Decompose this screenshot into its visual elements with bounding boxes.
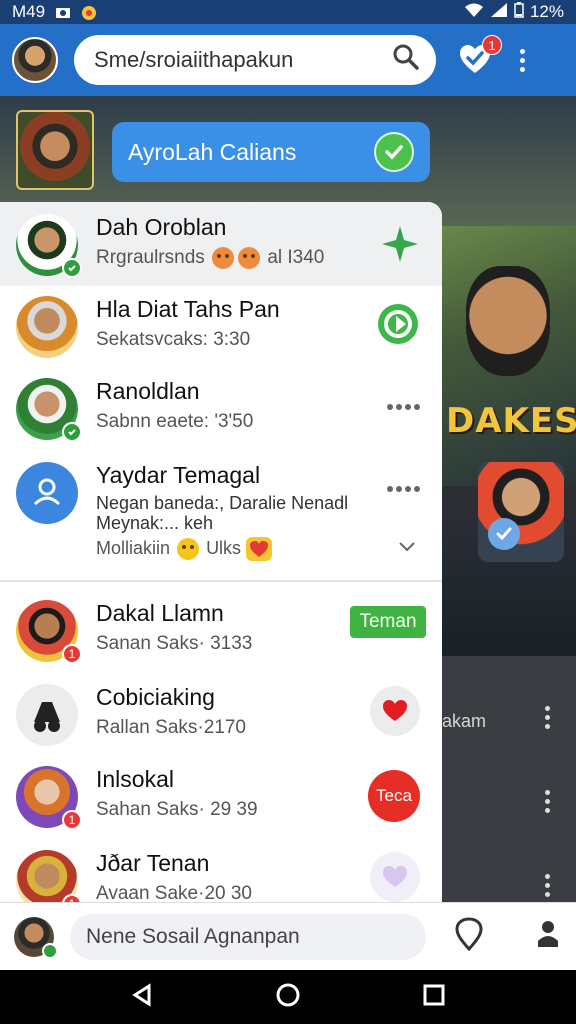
search-text[interactable]: Sme/sroiaiithapakun xyxy=(94,47,392,73)
photo-notification-icon xyxy=(55,5,71,19)
battery-percent: 12% xyxy=(529,2,564,21)
poster-title: DAKES xyxy=(446,401,576,441)
my-avatar[interactable] xyxy=(14,916,58,959)
system-nav-bar xyxy=(0,970,576,1024)
online-badge-icon xyxy=(42,942,58,959)
contact-avatar xyxy=(16,684,78,746)
chat-row[interactable]: 1 Inlsokal Sahan Saks· 29 39 Teca xyxy=(0,766,442,846)
friend-tag-button[interactable]: Teman xyxy=(350,606,426,638)
message-preview-secondary: Molliakiin Ulks xyxy=(96,537,418,561)
search-icon[interactable] xyxy=(392,43,420,77)
default-user-icon xyxy=(33,478,61,506)
contact-avatar xyxy=(16,462,78,524)
poster-character xyxy=(466,266,550,376)
heart-check-icon xyxy=(458,45,492,81)
carrier-label: M49 xyxy=(12,2,46,21)
teca-button[interactable]: Teca xyxy=(368,770,420,822)
check-circle-icon xyxy=(374,132,414,172)
profile-icon[interactable] xyxy=(536,919,560,954)
like-button[interactable] xyxy=(370,686,420,736)
story-pill-label: AyroLah Calians xyxy=(128,138,297,165)
section-divider xyxy=(0,580,442,582)
contact-avatar xyxy=(16,214,82,278)
more-icon[interactable] xyxy=(545,706,550,729)
search-input[interactable]: Sme/sroiaiithapakun xyxy=(74,35,436,85)
incognito-icon xyxy=(34,702,60,732)
bottom-bar: Nene Sosail Agnanpan xyxy=(0,902,576,970)
app-notification-icon xyxy=(81,5,97,20)
contact-avatar: 1 xyxy=(16,600,82,664)
emoji-icon xyxy=(177,538,200,560)
unread-badge: 1 xyxy=(62,810,82,830)
emoji-icon xyxy=(238,247,261,269)
unread-badge: 1 xyxy=(62,894,82,902)
emoji-icon xyxy=(212,247,235,269)
chat-row[interactable]: Cobiciaking Rallan Saks·2170 xyxy=(0,684,442,764)
recents-icon[interactable] xyxy=(423,984,445,1011)
battery-icon xyxy=(514,1,524,23)
notification-badge: 1 xyxy=(482,35,502,55)
contact-avatar xyxy=(16,378,82,442)
contact-avatar: 1 xyxy=(16,766,82,830)
status-bar: M49 12% xyxy=(0,0,576,24)
contact-name: Ranoldlan xyxy=(96,378,200,404)
more-icon[interactable] xyxy=(545,874,550,897)
story-thumbnail[interactable] xyxy=(16,110,94,190)
profile-card-thumbnail[interactable] xyxy=(478,462,564,562)
chat-list-panel: Dah Oroblan Rrgraulrsnds al I340 Hla Dia… xyxy=(0,202,442,902)
chevron-down-icon[interactable] xyxy=(398,540,416,558)
more-icon[interactable] xyxy=(387,486,420,492)
contact-avatar: 1 xyxy=(16,850,82,902)
wifi-icon xyxy=(464,2,484,23)
background-poster: DAKES xyxy=(426,226,576,486)
profile-avatar[interactable] xyxy=(12,37,58,83)
back-icon[interactable] xyxy=(131,982,153,1012)
chat-row[interactable]: 1 Jðar Tenan Avaan Sake·20 30 xyxy=(0,850,442,902)
location-pin-icon[interactable] xyxy=(454,917,484,956)
compose-input[interactable]: Nene Sosail Agnanpan xyxy=(70,913,426,960)
message-preview: Negan baneda:, Daralie Nenadl Meynak:...… xyxy=(96,493,349,533)
heart-icon xyxy=(383,700,407,721)
contact-name: Yaydar Temagal xyxy=(96,462,261,488)
like-button[interactable] xyxy=(370,852,420,902)
more-icon[interactable] xyxy=(387,404,420,410)
chat-row[interactable]: Dah Oroblan Rrgraulrsnds al I340 xyxy=(0,202,442,286)
background-side-text: akam xyxy=(442,711,487,731)
sync-icon[interactable] xyxy=(376,302,420,351)
heart-icon xyxy=(246,537,273,561)
unread-badge: 1 xyxy=(62,644,82,664)
online-badge-icon xyxy=(62,422,82,442)
online-badge-icon xyxy=(62,258,82,278)
chat-row[interactable]: Ranoldlan Sabnn eaete: '3'50 xyxy=(0,378,442,458)
more-icon[interactable] xyxy=(545,790,550,813)
home-icon[interactable] xyxy=(275,982,301,1013)
chat-row[interactable]: Yaydar Temagal Negan baneda:, Daralie Ne… xyxy=(0,462,442,580)
message-preview: Sabnn eaete: '3'50 xyxy=(96,411,254,432)
heart-icon xyxy=(383,866,407,887)
sparkle-icon[interactable] xyxy=(380,224,420,269)
chat-row[interactable]: Hla Diat Tahs Pan Sekatsvcaks: 3:30 xyxy=(0,296,442,376)
app-bar: Sme/sroiaiithapakun 1 xyxy=(0,24,576,96)
check-icon xyxy=(488,518,520,550)
contact-avatar xyxy=(16,296,78,358)
more-options-icon[interactable] xyxy=(520,48,525,72)
activity-button[interactable]: 1 xyxy=(458,35,502,77)
signal-icon xyxy=(490,2,508,23)
compose-placeholder: Nene Sosail Agnanpan xyxy=(86,924,300,948)
story-pill[interactable]: AyroLah Calians xyxy=(112,122,430,182)
